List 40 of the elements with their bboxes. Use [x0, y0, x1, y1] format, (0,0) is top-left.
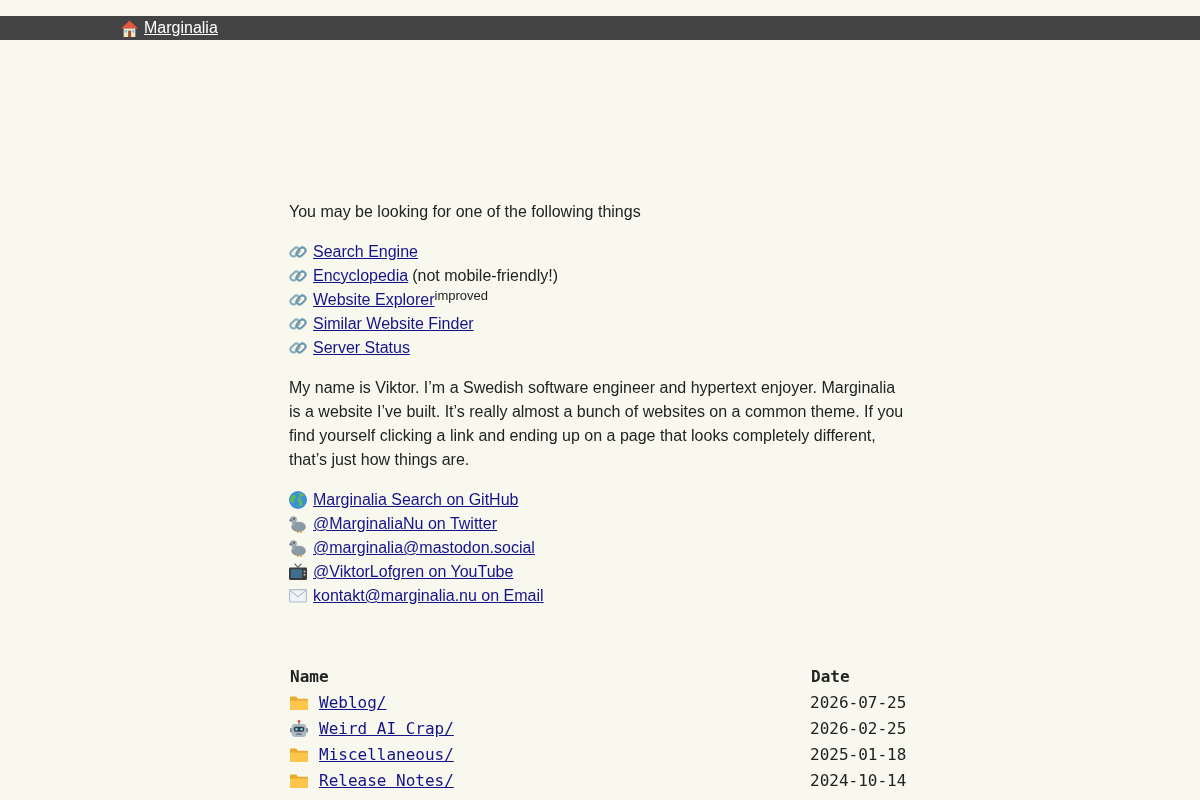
contact-link[interactable]: @MarginaliaNu on Twitter	[313, 512, 498, 536]
date-cell-text: 2025-01-18	[810, 744, 908, 766]
tv-icon	[289, 563, 307, 581]
robot-icon	[290, 720, 308, 738]
directory-link[interactable]: Release Notes/	[319, 768, 454, 794]
contact-link[interactable]: @ViktorLofgren on YouTube	[313, 560, 514, 584]
bird-icon	[289, 515, 307, 533]
link-icon	[289, 339, 307, 357]
contact-link[interactable]: Marginalia Search on GitHub	[313, 488, 519, 512]
folder-icon	[290, 695, 308, 711]
directory-link[interactable]: Weird AI Crap/	[319, 716, 454, 742]
link-icon	[289, 315, 307, 333]
link-icon	[289, 291, 307, 309]
folder-icon	[290, 773, 308, 789]
link-icon	[289, 267, 307, 285]
contact-link[interactable]: @marginalia@mastodon.social	[313, 536, 535, 560]
directory-link[interactable]: Miscellaneous/	[319, 742, 454, 768]
house-icon	[121, 19, 138, 37]
page-link[interactable]: Search Engine	[313, 240, 418, 264]
column-header: Name	[289, 666, 330, 688]
page-link[interactable]: Encyclopedia	[313, 264, 409, 288]
envelope-icon	[289, 589, 307, 603]
date-cell-text: 2026-02-25	[810, 718, 908, 740]
improved-label: improved	[434, 288, 488, 303]
page-link[interactable]: Website Explorer	[313, 288, 435, 312]
home-link[interactable]: Marginalia	[144, 18, 218, 38]
about-paragraph: My name is Viktor. I’m a Swedish software engineer and hypertext enjoyer. Marginalia is a website I’ve built. It’s really almost a bunch of websites on a common theme. If you find yourself clicking a link and ending up on a page that looks completely different, that’s just how things are.	[289, 378, 905, 470]
intro-text: You may be looking for one of the following things	[289, 202, 642, 222]
date-cell-text: 2024-10-14	[810, 770, 908, 792]
folder-icon	[290, 747, 308, 763]
page-link[interactable]: Similar Website Finder	[313, 312, 474, 336]
directory-link[interactable]: Weblog/	[319, 690, 387, 716]
page-link[interactable]: Server Status	[313, 336, 410, 360]
date-cell-text: 2026-07-25	[810, 692, 908, 714]
column-header: Date	[810, 666, 851, 688]
contact-link[interactable]: kontakt@marginalia.nu on Email	[313, 584, 544, 608]
link-icon	[289, 243, 307, 261]
globe-icon	[289, 491, 307, 509]
bird-icon	[289, 539, 307, 557]
note-text: (not mobile-friendly!)	[412, 266, 558, 286]
